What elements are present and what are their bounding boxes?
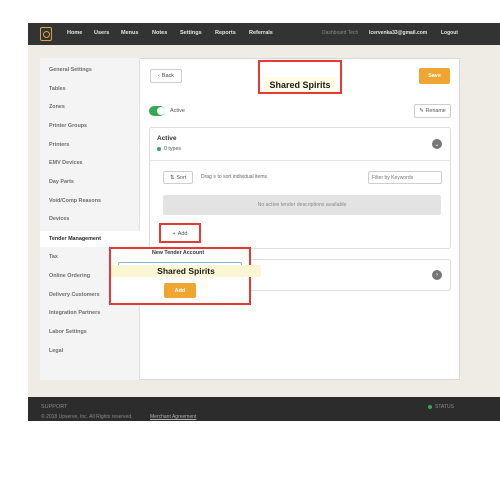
nav-users[interactable]: Users (94, 30, 109, 36)
sort-button-label: Sort (176, 174, 187, 181)
sort-button[interactable]: ⇅ Sort (163, 171, 193, 184)
sidebar-item-day-parts[interactable]: Day Parts (49, 179, 74, 185)
active-toggle-label: Active (170, 108, 185, 114)
chevron-right-icon[interactable]: › (432, 270, 442, 280)
nav-menus[interactable]: Menus (121, 30, 138, 36)
popover-title: New Tender Account (152, 250, 205, 256)
nav-settings[interactable]: Settings (180, 30, 202, 36)
filter-input[interactable] (368, 171, 442, 184)
rename-button[interactable]: ✎ Rename (414, 104, 451, 118)
sort-icon: ⇅ (169, 174, 175, 181)
tender-name-value[interactable]: Shared Spirits (111, 265, 261, 277)
footer-status-link[interactable]: STATUS (435, 404, 454, 410)
sidebar-item-tax[interactable]: Tax (49, 254, 58, 260)
sidebar-item-printers[interactable]: Printers (49, 142, 69, 148)
add-highlight-box (159, 223, 201, 243)
toggle-knob (157, 107, 165, 115)
drag-hint: Drag ≡ to sort individual items (201, 174, 267, 180)
empty-state: No active tender descriptions available (163, 195, 441, 215)
active-card-title: Active (157, 135, 177, 142)
back-button-label: Back (161, 73, 175, 79)
sidebar-item-zones[interactable]: Zones (49, 104, 65, 110)
sidebar-item-tables[interactable]: Tables (49, 86, 66, 92)
nav-reports[interactable]: Reports (215, 30, 236, 36)
status-dot-icon (157, 147, 161, 151)
nav-notes[interactable]: Notes (152, 30, 167, 36)
sidebar-item-tender-management[interactable]: Tender Management (49, 236, 101, 242)
page: Home Users Menus Notes Settings Reports … (0, 0, 500, 500)
chevron-down-icon[interactable]: ⌄ (432, 139, 442, 149)
sidebar-item-general-settings[interactable]: General Settings (49, 67, 92, 73)
sidebar-item-emv-devices[interactable]: EMV Devices (49, 160, 83, 166)
popover-add-button[interactable]: Add (164, 283, 196, 298)
nav-user-email[interactable]: lcervenka33@gmail.com (369, 30, 427, 36)
status-indicator-icon (428, 405, 432, 409)
footer-copyright: © 2018 Upserve, Inc. All Rights reserved… (41, 414, 133, 420)
nav-home[interactable]: Home (67, 30, 82, 36)
sidebar-item-labor-settings[interactable]: Labor Settings (49, 329, 87, 335)
upserve-logo-icon[interactable] (40, 27, 52, 41)
sidebar-item-integration-partners[interactable]: Integration Partners (49, 310, 100, 316)
page-title: Shared Spirits (263, 77, 337, 92)
footer-support-link[interactable]: SUPPORT (41, 404, 68, 410)
sidebar-item-online-ordering[interactable]: Online Ordering (49, 273, 90, 279)
rename-button-label: Rename (425, 108, 446, 114)
card-divider (149, 160, 451, 161)
chevron-left-icon: ‹ (157, 73, 160, 79)
active-count: 0 types (164, 146, 182, 152)
save-button[interactable]: Save (419, 68, 450, 84)
nav-dashboard-tech[interactable]: Dashboard Tech (322, 30, 358, 36)
sidebar-item-void-comp-reasons[interactable]: Void/Comp Reasons (49, 198, 101, 204)
sidebar-item-legal[interactable]: Legal (49, 348, 63, 354)
sidebar-item-delivery-customers[interactable]: Delivery Customers (49, 292, 100, 298)
nav-referrals[interactable]: Referrals (249, 30, 273, 36)
sidebar-item-devices[interactable]: Devices (49, 216, 69, 222)
nav-logout[interactable]: Logout (441, 30, 458, 36)
back-button[interactable]: ‹ Back (150, 69, 182, 83)
sidebar-item-printer-groups[interactable]: Printer Groups (49, 123, 87, 129)
footer-merchant-agreement-link[interactable]: Merchant Agreement (150, 414, 196, 420)
pencil-icon: ✎ (419, 108, 424, 114)
